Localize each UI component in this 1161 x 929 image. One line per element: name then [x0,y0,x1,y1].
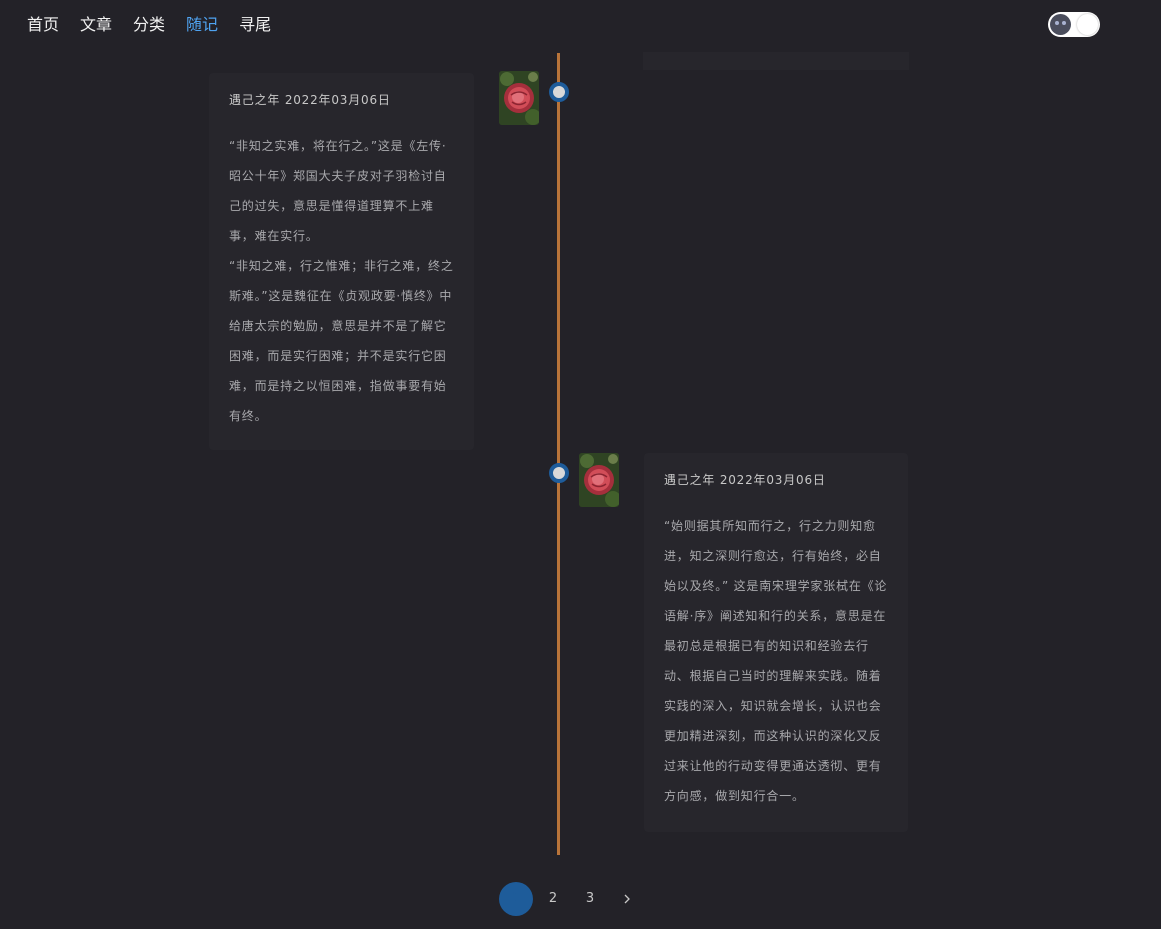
page-button[interactable]: 3 [573,882,607,916]
chevron-right-icon [624,894,630,904]
nav-item-tail[interactable]: 寻尾 [239,14,271,36]
timeline-line [557,53,560,855]
avatar [499,71,539,125]
eye-icon [1055,21,1059,25]
theme-toggle[interactable] [1048,12,1100,37]
timeline-dot [549,463,569,483]
nav-item-categories[interactable]: 分类 [133,14,165,36]
pagination: 1 2 3 [499,882,644,916]
post-paragraph: “始则据其所知而行之，行之力则知愈进，知之深则行愈达，行有始终，必自始以及终。”… [664,519,888,803]
nav-item-notes[interactable]: 随记 [186,14,218,36]
post-date: 遇己之年 2022年03月06日 [664,473,826,487]
post-paragraph: “非知之实难，将在行之。”这是《左传·昭公十年》郑国大夫子皮对子羽检讨自己的过失… [229,139,447,243]
top-nav: 首页 文章 分类 随记 寻尾 [27,14,271,36]
eye-icon [1062,21,1066,25]
post-paragraph: “非知之难，行之惟难；非行之难，终之斯难。”这是魏征在《贞观政要·慎终》中给唐太… [229,259,454,423]
post-card: 遇己之年 2022年03月06日 “非知之实难，将在行之。”这是《左传·昭公十年… [209,73,474,450]
post-card: 遇己之年 2022年03月06日 “始则据其所知而行之，行之力则知愈进，知之深则… [644,453,908,832]
avatar [579,453,619,507]
nav-item-articles[interactable]: 文章 [80,14,112,36]
card-placeholder [643,52,909,70]
moon-face-icon [1050,14,1071,35]
post-date: 遇己之年 2022年03月06日 [229,93,391,107]
timeline-dot [549,82,569,102]
page-button[interactable]: 2 [536,882,570,916]
nav-item-home[interactable]: 首页 [27,14,59,36]
page-button-current[interactable]: 1 [499,882,533,916]
next-page-button[interactable] [610,882,644,916]
toggle-knob [1077,14,1098,35]
